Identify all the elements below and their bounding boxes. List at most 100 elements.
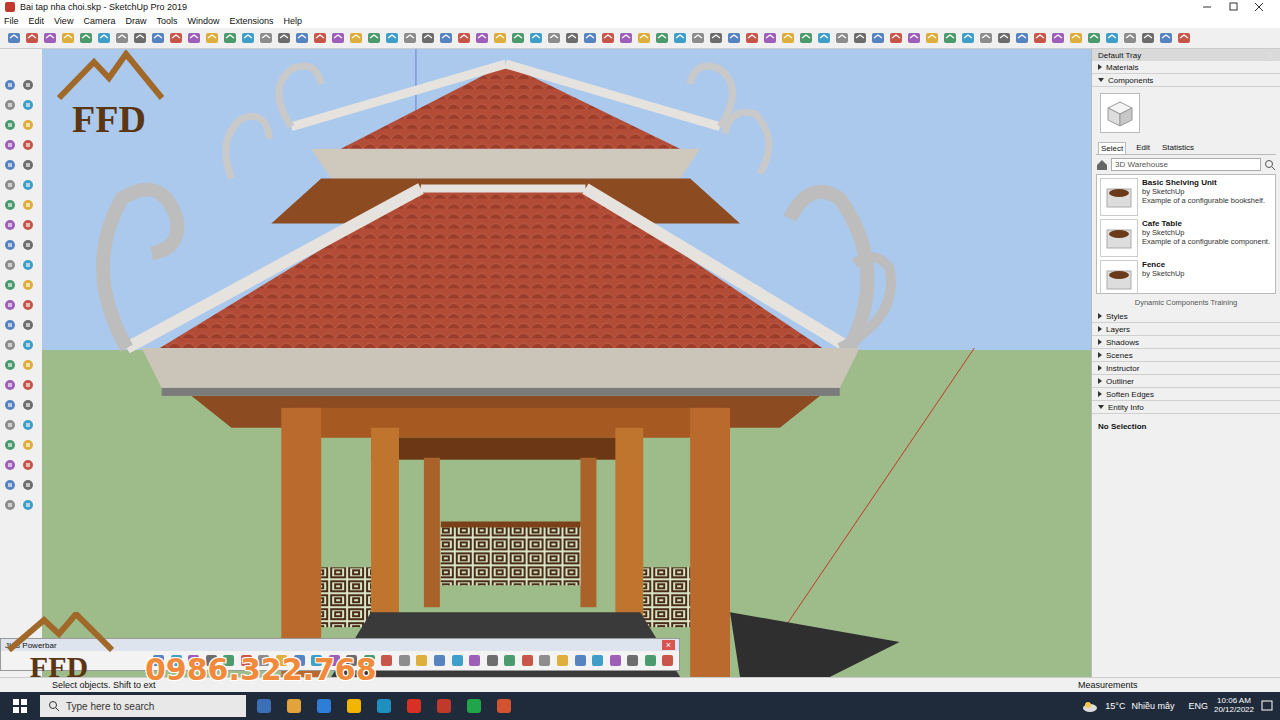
tool-icon[interactable] [20,497,36,513]
tool-icon[interactable] [1032,30,1048,46]
tool-icon[interactable] [762,30,778,46]
tool-icon[interactable] [2,137,18,153]
tool-icon[interactable] [798,30,814,46]
tray-section[interactable]: Components [1092,74,1280,87]
tray-section[interactable]: Entity Info [1092,401,1280,414]
menu-item[interactable]: Window [187,16,219,26]
tool-icon[interactable] [258,30,274,46]
tool-icon[interactable] [20,397,36,413]
minimize-icon[interactable] [1200,1,1214,13]
tool-icon[interactable] [978,30,994,46]
tool-icon[interactable] [2,397,18,413]
component-item[interactable]: Fenceby SketchUp [1100,260,1272,294]
tool-icon[interactable] [438,30,454,46]
taskbar-app-icon[interactable] [315,697,333,715]
tool-icon[interactable] [708,30,724,46]
tool-icon[interactable] [690,30,706,46]
tool-icon[interactable] [520,653,535,668]
tool-icon[interactable] [636,30,652,46]
tool-icon[interactable] [834,30,850,46]
restore-icon[interactable] [1226,1,1240,13]
tool-icon[interactable] [20,137,36,153]
expand-icon[interactable] [1098,339,1102,345]
tool-icon[interactable] [150,30,166,46]
tool-icon[interactable] [942,30,958,46]
tool-icon[interactable] [608,653,623,668]
tool-icon[interactable] [654,30,670,46]
tool-icon[interactable] [24,30,40,46]
tool-icon[interactable] [1086,30,1102,46]
tool-icon[interactable] [20,177,36,193]
tool-icon[interactable] [20,97,36,113]
tool-icon[interactable] [2,297,18,313]
tray-section[interactable]: Shadows [1092,336,1280,349]
notification-icon[interactable] [1260,699,1274,713]
expand-icon[interactable] [1098,378,1102,384]
powerbar-close-button[interactable]: × [662,640,675,650]
tool-icon[interactable] [20,277,36,293]
component-tab[interactable]: Statistics [1160,142,1196,154]
tool-icon[interactable] [2,377,18,393]
taskbar-app-icon[interactable] [465,697,483,715]
tool-icon[interactable] [379,653,394,668]
tool-icon[interactable] [618,30,634,46]
pin-icon[interactable] [1266,51,1274,59]
tool-icon[interactable] [996,30,1012,46]
tool-icon[interactable] [432,653,447,668]
tool-icon[interactable] [240,30,256,46]
tool-icon[interactable] [78,30,94,46]
tool-icon[interactable] [96,30,112,46]
tool-icon[interactable] [20,197,36,213]
tool-icon[interactable] [502,653,517,668]
tool-icon[interactable] [1104,30,1120,46]
taskbar-app-icon[interactable] [405,697,423,715]
tool-icon[interactable] [276,30,292,46]
expand-icon[interactable] [1098,352,1102,358]
windows-start-icon[interactable] [12,698,28,714]
tray-section[interactable]: Outliner [1092,375,1280,388]
tool-icon[interactable] [2,497,18,513]
component-item[interactable]: Cafe Tableby SketchUpExample of a config… [1100,219,1272,257]
tray-section[interactable]: Materials [1092,61,1280,74]
tool-icon[interactable] [573,653,588,668]
tool-icon[interactable] [186,30,202,46]
tool-icon[interactable] [546,30,562,46]
tool-icon[interactable] [492,30,508,46]
component-item[interactable]: Basic Shelving Unitby SketchUpExample of… [1100,178,1272,216]
taskbar-app-icon[interactable] [435,697,453,715]
tool-icon[interactable] [20,417,36,433]
expand-icon[interactable] [1098,78,1104,82]
tool-icon[interactable] [780,30,796,46]
tool-icon[interactable] [42,30,58,46]
tool-icon[interactable] [132,30,148,46]
tool-icon[interactable] [414,653,429,668]
warehouse-search-field[interactable]: 3D Warehouse [1111,158,1261,171]
tool-icon[interactable] [852,30,868,46]
tool-icon[interactable] [20,297,36,313]
tool-icon[interactable] [20,437,36,453]
tool-icon[interactable] [1176,30,1192,46]
component-tab[interactable]: Edit [1134,142,1152,154]
tool-icon[interactable] [474,30,490,46]
tool-icon[interactable] [1050,30,1066,46]
tool-icon[interactable] [2,457,18,473]
tool-icon[interactable] [330,30,346,46]
tool-icon[interactable] [600,30,616,46]
tool-icon[interactable] [672,30,688,46]
tool-icon[interactable] [2,157,18,173]
tray-section[interactable]: Scenes [1092,349,1280,362]
tool-icon[interactable] [816,30,832,46]
tool-icon[interactable] [20,377,36,393]
tool-icon[interactable] [2,277,18,293]
taskbar-app-icon[interactable] [375,697,393,715]
tool-icon[interactable] [2,177,18,193]
tool-icon[interactable] [2,417,18,433]
expand-icon[interactable] [1098,64,1102,70]
tool-icon[interactable] [1140,30,1156,46]
tool-icon[interactable] [590,653,605,668]
menu-item[interactable]: Help [283,16,302,26]
expand-icon[interactable] [1098,365,1102,371]
tool-icon[interactable] [2,337,18,353]
tool-icon[interactable] [294,30,310,46]
menu-item[interactable]: Camera [83,16,115,26]
